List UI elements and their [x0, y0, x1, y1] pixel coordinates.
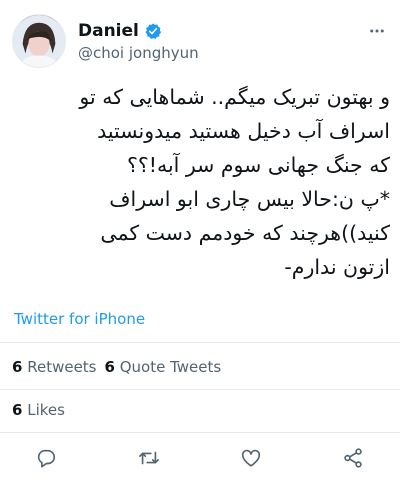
name-row: Daniel	[78, 20, 162, 42]
display-name[interactable]: Daniel	[78, 21, 139, 41]
reply-icon	[37, 449, 56, 468]
tweet-header: Daniel @choi jonghyun	[12, 10, 388, 72]
verified-badge-icon	[145, 23, 161, 39]
likes-stats-row: 6 Likes	[12, 401, 65, 419]
share-icon	[344, 448, 362, 468]
user-handle[interactable]: @choi jonghyun	[78, 44, 199, 62]
retweets-label: Retweets	[27, 358, 97, 376]
tweet-text: و بهتون تبریک میگم.. شماهایی که تو اسراف…	[10, 80, 390, 284]
reply-button[interactable]	[33, 445, 59, 471]
likes-label: Likes	[27, 401, 65, 419]
action-bar	[0, 440, 400, 476]
quote-tweets-stat[interactable]: 6 Quote Tweets	[105, 358, 222, 376]
retweet-stats-row: 6 Retweets 6 Quote Tweets	[12, 358, 221, 376]
tweet-text-line: ازتون ندارم-	[284, 255, 390, 279]
retweets-stat[interactable]: 6 Retweets	[12, 358, 97, 376]
divider	[0, 432, 400, 433]
tweet-text-line: که جنگ جهانی سوم سر آبه!؟؟	[126, 153, 390, 177]
divider	[0, 389, 400, 390]
tweet-source-link[interactable]: Twitter for iPhone	[14, 310, 145, 328]
tweet-text-line: و بهتون تبریک میگم.. شماهایی که تو	[79, 85, 390, 109]
like-icon	[241, 449, 261, 467]
quote-tweets-label: Quote Tweets	[119, 358, 222, 376]
avatar-image	[13, 15, 65, 67]
tweet-detail: Daniel @choi jonghyun و بهتون تبریک میگم…	[0, 0, 400, 482]
tweet-text-line: اسراف آب دخیل هستید میدونستید	[97, 119, 390, 143]
divider	[0, 342, 400, 343]
retweet-icon	[139, 451, 159, 465]
retweet-button[interactable]	[136, 445, 162, 471]
likes-count: 6	[12, 401, 23, 419]
retweets-count: 6	[12, 358, 23, 376]
avatar[interactable]	[12, 14, 66, 68]
like-button[interactable]	[238, 445, 264, 471]
more-dots-icon	[370, 29, 384, 33]
more-options-button[interactable]	[366, 20, 388, 42]
share-button[interactable]	[340, 445, 366, 471]
tweet-text-line: *پ ن:حالا بیس چاری ابو اسراف	[109, 187, 390, 211]
tweet-text-line: کنید))هرچند که خودمم دست کمی	[100, 221, 390, 245]
quote-tweets-count: 6	[104, 358, 115, 376]
likes-stat[interactable]: 6 Likes	[12, 401, 65, 419]
